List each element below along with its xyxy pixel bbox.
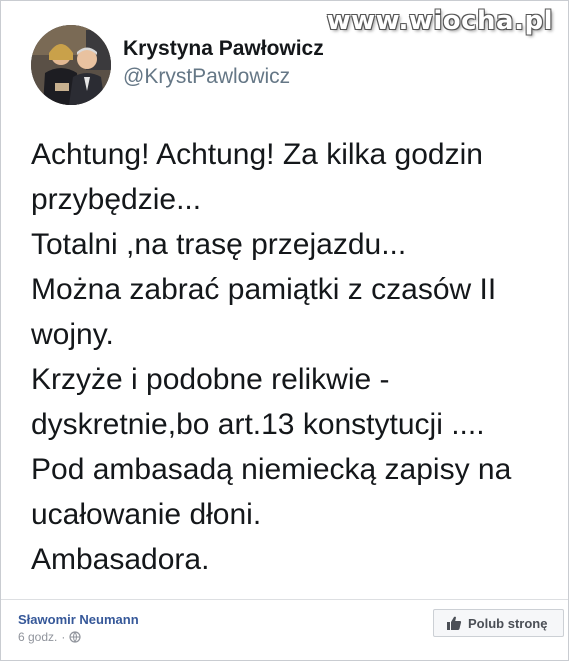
site-watermark: www.wiocha.pl [326,6,553,36]
author-handle[interactable]: @KrystPawlowicz [123,65,290,89]
tweet-line: dyskretnie,bo art.13 konstytucji .... [31,408,485,441]
tweet-line: ucałowanie dłoni. [31,498,262,531]
thumbs-up-icon [447,616,462,630]
author-name[interactable]: Krystyna Pawłowicz [123,37,324,61]
like-page-label: Polub stronę [468,615,548,631]
tweet-line: Totalni ,na trasę przejazdu... [31,228,407,261]
tweet-line: wojny. [31,318,114,351]
tweet-line: Pod ambasadą niemiecką zapisy na [31,453,512,486]
tweet-line: Achtung! Achtung! Za kilka godzin [31,138,483,171]
tweet-line: przybędzie... [31,183,202,216]
post-author-link[interactable]: Sławomir Neumann [18,612,139,627]
tweet-card: Krystyna Pawłowicz @KrystPawlowicz Achtu… [1,1,568,599]
screenshot-frame: Krystyna Pawłowicz @KrystPawlowicz Achtu… [0,0,569,661]
facebook-post-footer: Sławomir Neumann 6 godz. · Polub stronę [1,600,568,660]
post-meta: 6 godz. · [18,630,81,644]
tweet-line: Ambasadora. [31,543,210,576]
globe-icon[interactable] [69,631,81,643]
avatar[interactable] [31,25,111,105]
meta-separator: · [61,630,66,644]
tweet-text: Achtung! Achtung! Za kilka godzin przybę… [31,132,551,582]
like-page-button[interactable]: Polub stronę [433,609,564,637]
tweet-line: Krzyże i podobne relikwie - [31,363,390,396]
tweet-line: Można zabrać pamiątki z czasów II [31,273,497,306]
avatar-photo [31,25,111,105]
post-timestamp[interactable]: 6 godz. [18,630,57,644]
